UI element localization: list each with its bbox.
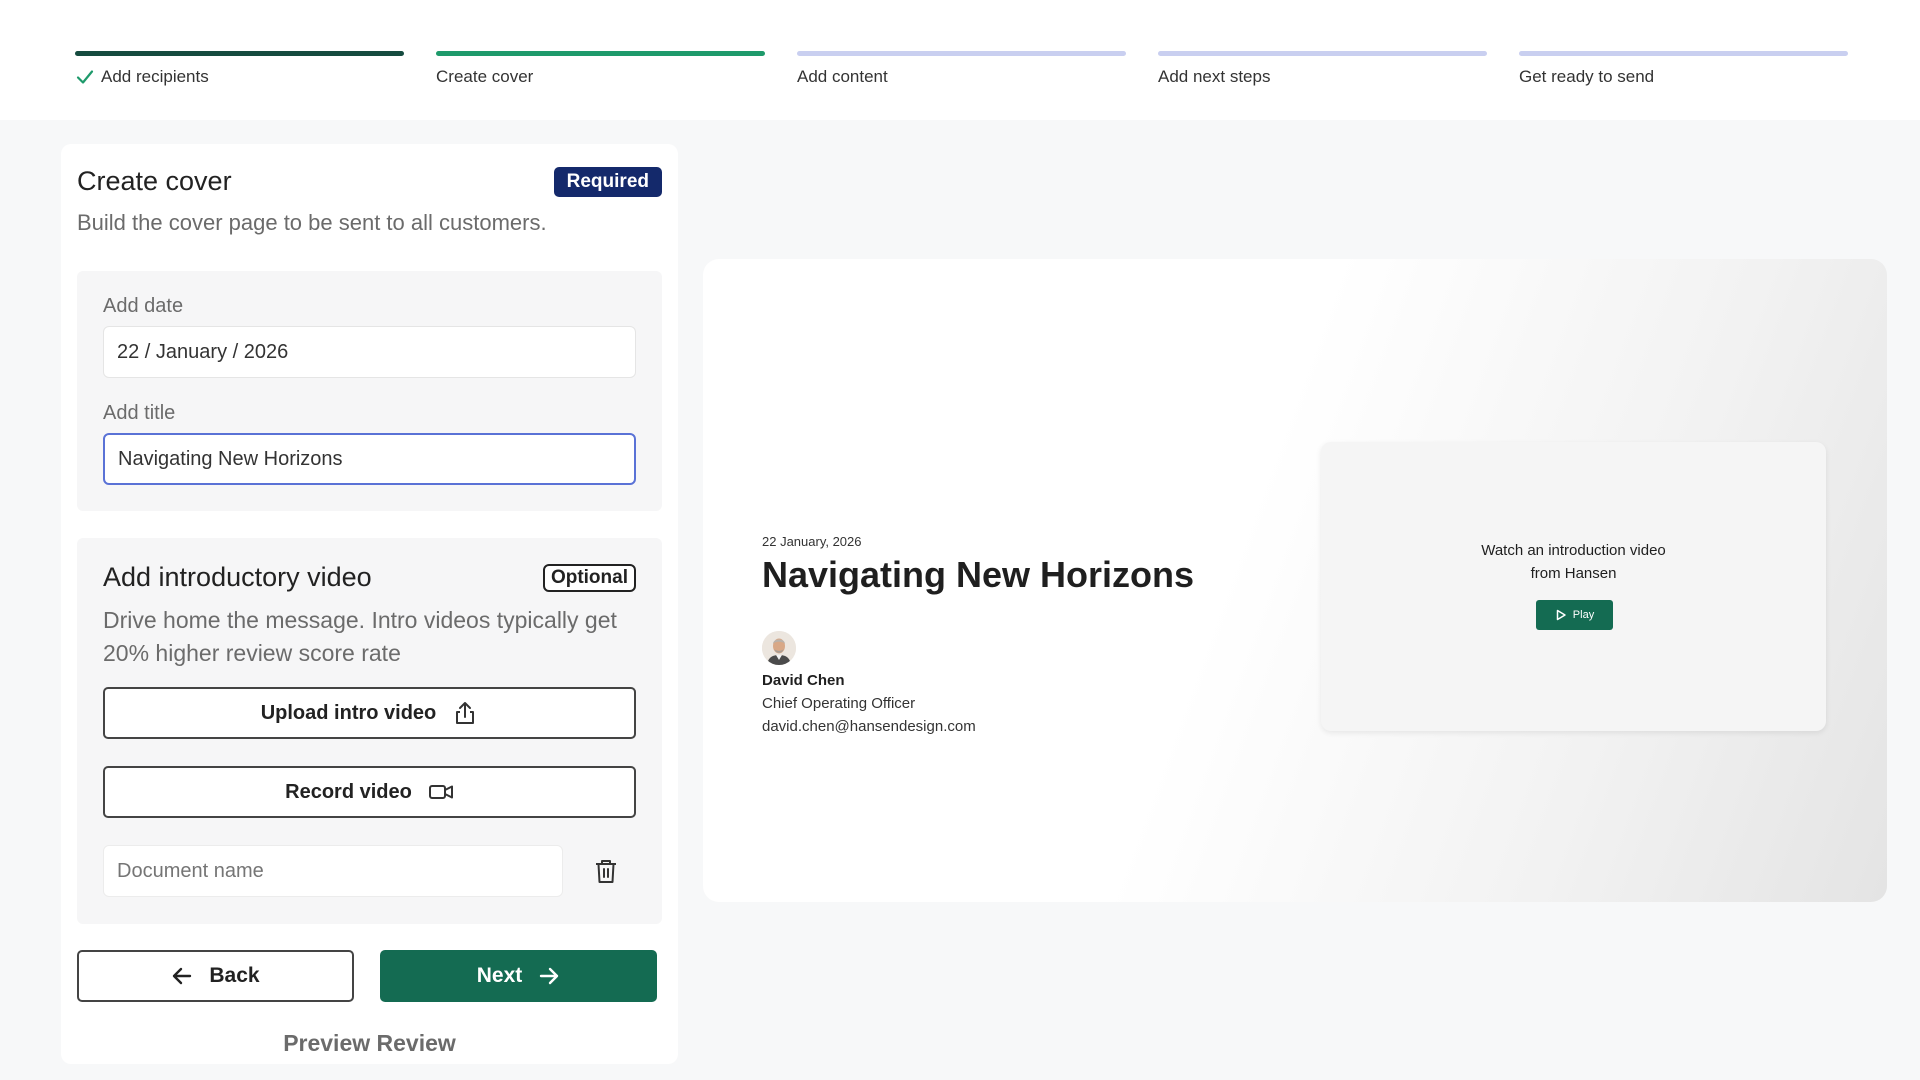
- author-name: David Chen: [762, 672, 845, 689]
- date-title-section: Add date Add title: [77, 271, 662, 511]
- video-section-title: Add introductory video: [103, 562, 372, 592]
- panel-description: Build the cover page to be sent to all c…: [77, 210, 547, 235]
- step-add-next-steps[interactable]: Add next steps: [1158, 51, 1487, 87]
- step-label: Add recipients: [101, 67, 209, 86]
- upload-icon: [456, 702, 475, 724]
- play-button[interactable]: Play: [1536, 600, 1613, 630]
- back-button[interactable]: Back: [77, 950, 354, 1002]
- step-progress-bar: [1158, 51, 1487, 56]
- play-icon: [1556, 609, 1566, 621]
- record-video-button[interactable]: Record video: [103, 766, 636, 818]
- record-button-label: Record video: [285, 780, 412, 803]
- person-avatar-icon: [762, 631, 796, 665]
- create-cover-panel: Create cover Required Build the cover pa…: [61, 144, 678, 1064]
- step-progress-bar: [436, 51, 765, 56]
- step-add-content[interactable]: Add content: [797, 51, 1126, 87]
- cover-title: Navigating New Horizons: [762, 554, 1195, 595]
- preview-review-link[interactable]: Preview Review: [61, 1030, 678, 1057]
- intro-video-card: Watch an introduction video from Hansen …: [1321, 442, 1826, 731]
- video-section-header: Add introductory video Optional: [103, 562, 636, 593]
- avatar: [762, 631, 796, 665]
- step-progress-bar: [75, 51, 404, 56]
- author-email: david.chen@hansendesign.com: [762, 718, 976, 735]
- title-label: Add title: [103, 402, 176, 424]
- video-caption: Watch an introduction video from Hansen: [1321, 539, 1826, 585]
- play-button-label: Play: [1572, 609, 1595, 621]
- upload-button-label: Upload intro video: [260, 701, 437, 724]
- intro-video-section: Add introductory video Optional Drive ho…: [77, 538, 662, 924]
- step-progress-bar: [1519, 51, 1848, 56]
- video-caption-line: from Hansen: [1530, 565, 1617, 582]
- document-name-input[interactable]: [103, 845, 563, 897]
- progress-stepper: Add recipients Create cover Add content …: [0, 0, 1920, 120]
- delete-document-button[interactable]: [591, 856, 621, 886]
- upload-intro-video-button[interactable]: Upload intro video: [103, 687, 636, 739]
- step-label: Create cover: [436, 67, 534, 86]
- optional-badge: Optional: [542, 563, 636, 592]
- cover-date: 22 January, 2026: [762, 534, 862, 549]
- panel-title: Create cover: [77, 166, 232, 196]
- video-caption-line: Watch an introduction video: [1481, 542, 1666, 559]
- trash-icon: [596, 860, 616, 883]
- step-label: Add content: [797, 67, 888, 86]
- panel-header: Create cover Required: [77, 166, 662, 197]
- author-role: Chief Operating Officer: [762, 695, 916, 712]
- back-button-label: Back: [209, 964, 260, 987]
- step-label: Add next steps: [1158, 67, 1271, 86]
- video-section-description: Drive home the message. Intro videos typ…: [103, 607, 617, 666]
- arrow-left-icon: [173, 967, 192, 985]
- arrow-right-icon: [540, 967, 559, 985]
- title-input[interactable]: [103, 433, 636, 485]
- next-button[interactable]: Next: [380, 950, 657, 1002]
- date-input[interactable]: [103, 326, 636, 378]
- step-label: Get ready to send: [1519, 67, 1655, 86]
- step-progress-bar: [797, 51, 1126, 56]
- cover-preview: 22 January, 2026 Navigating New Horizons…: [703, 259, 1887, 902]
- required-badge: Required: [553, 166, 662, 197]
- next-button-label: Next: [476, 964, 523, 987]
- step-get-ready-to-send[interactable]: Get ready to send: [1519, 51, 1848, 87]
- check-icon: [76, 70, 94, 84]
- step-create-cover[interactable]: Create cover: [436, 51, 765, 87]
- step-add-recipients[interactable]: Add recipients: [75, 51, 404, 87]
- video-camera-icon: [428, 785, 453, 799]
- date-label: Add date: [103, 295, 184, 317]
